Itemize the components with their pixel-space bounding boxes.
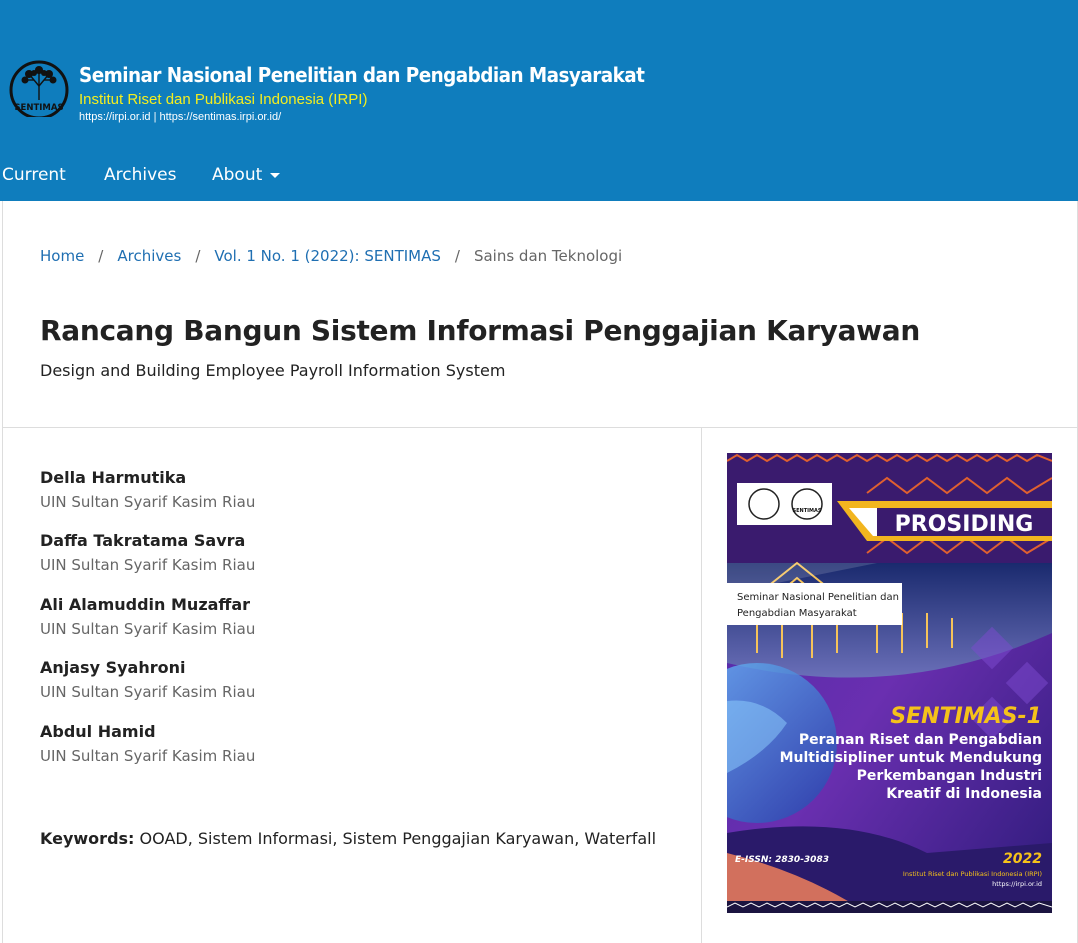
breadcrumb-archives[interactable]: Archives — [117, 247, 181, 265]
breadcrumb-home[interactable]: Home — [40, 247, 84, 265]
site-title[interactable]: Seminar Nasional Penelitian dan Pengabdi… — [79, 63, 645, 87]
breadcrumb-current: Sains dan Teknologi — [473, 247, 623, 265]
author-affiliation: UIN Sultan Syarif Kasim Riau — [40, 556, 256, 574]
author-name: Abdul Hamid — [40, 722, 156, 741]
sentimas-logo[interactable]: SENTIMAS — [5, 60, 73, 124]
svg-text:SENTIMAS: SENTIMAS — [14, 103, 63, 113]
author-item: Daffa Takratama Savra UIN Sultan Syarif … — [40, 531, 255, 574]
nav-item-about-label: About — [212, 165, 263, 185]
svg-text:Seminar Nasional Penelitian da: Seminar Nasional Penelitian dan — [737, 592, 899, 603]
author-affiliation: UIN Sultan Syarif Kasim Riau — [40, 747, 256, 765]
author-item: Ali Alamuddin Muzaffar UIN Sultan Syarif… — [40, 595, 255, 638]
keywords: Keywords: OOAD, Sistem Informasi, Sistem… — [40, 829, 656, 848]
keywords-label: Keywords: — [40, 829, 135, 848]
author-affiliation: UIN Sultan Syarif Kasim Riau — [40, 620, 256, 638]
author-affiliation: UIN Sultan Syarif Kasim Riau — [40, 683, 256, 701]
author-affiliation: UIN Sultan Syarif Kasim Riau — [40, 493, 256, 511]
breadcrumb-issue[interactable]: Vol. 1 No. 1 (2022): SENTIMAS — [214, 247, 441, 265]
caret-down-icon — [270, 172, 281, 178]
svg-text:Peranan Riset dan Pengabdian: Peranan Riset dan Pengabdian — [799, 732, 1042, 748]
author-item: Abdul Hamid UIN Sultan Syarif Kasim Riau — [40, 722, 255, 765]
nav-item-current[interactable]: Current — [2, 160, 66, 190]
site-organization: Institut Riset dan Publikasi Indonesia (… — [79, 91, 368, 108]
svg-text:Pengabdian Masyarakat: Pengabdian Masyarakat — [737, 608, 857, 619]
column-divider — [701, 428, 702, 943]
author-name: Ali Alamuddin Muzaffar — [40, 595, 251, 614]
svg-text:Kreatif di Indonesia: Kreatif di Indonesia — [886, 786, 1042, 802]
site-urls[interactable]: https://irpi.or.id | https://sentimas.ir… — [79, 111, 281, 123]
nav-item-archives[interactable]: Archives — [104, 160, 176, 190]
author-name: Anjasy Syahroni — [40, 658, 186, 677]
svg-text:Institut Riset dan Publikasi I: Institut Riset dan Publikasi Indonesia (… — [903, 870, 1042, 878]
author-name: Daffa Takratama Savra — [40, 531, 246, 550]
breadcrumb: Home / Archives / Vol. 1 No. 1 (2022): S… — [40, 247, 622, 265]
svg-text:2022: 2022 — [1003, 851, 1042, 867]
proceedings-cover-image[interactable]: SENTIMAS PROSIDING Seminar Nasional Pene… — [727, 453, 1052, 913]
article-title: Rancang Bangun Sistem Informasi Penggaji… — [40, 314, 920, 347]
keywords-list: OOAD, Sistem Informasi, Sistem Penggajia… — [139, 829, 657, 848]
svg-text:E-ISSN: 2830-3083: E-ISSN: 2830-3083 — [735, 855, 829, 865]
svg-text:Perkembangan Industri: Perkembangan Industri — [857, 768, 1042, 784]
svg-text:SENTIMAS-1: SENTIMAS-1 — [890, 704, 1042, 729]
site-header: SENTIMAS Seminar Nasional Penelitian dan… — [0, 0, 1078, 201]
svg-text:PROSIDING: PROSIDING — [895, 512, 1034, 537]
breadcrumb-separator: / — [98, 247, 104, 265]
breadcrumb-separator: / — [454, 247, 460, 265]
svg-text:https://irpi.or.id: https://irpi.or.id — [992, 880, 1042, 888]
breadcrumb-separator: / — [195, 247, 201, 265]
nav-item-about[interactable]: About — [212, 160, 281, 190]
author-item: Della Harmutika UIN Sultan Syarif Kasim … — [40, 468, 255, 511]
author-name: Della Harmutika — [40, 468, 187, 487]
svg-text:Multidisipliner untuk Mendukun: Multidisipliner untuk Mendukung — [780, 750, 1042, 766]
section-divider — [2, 427, 1078, 428]
author-item: Anjasy Syahroni UIN Sultan Syarif Kasim … — [40, 658, 255, 701]
article-subtitle: Design and Building Employee Payroll Inf… — [40, 361, 506, 380]
svg-text:SENTIMAS: SENTIMAS — [793, 508, 822, 514]
